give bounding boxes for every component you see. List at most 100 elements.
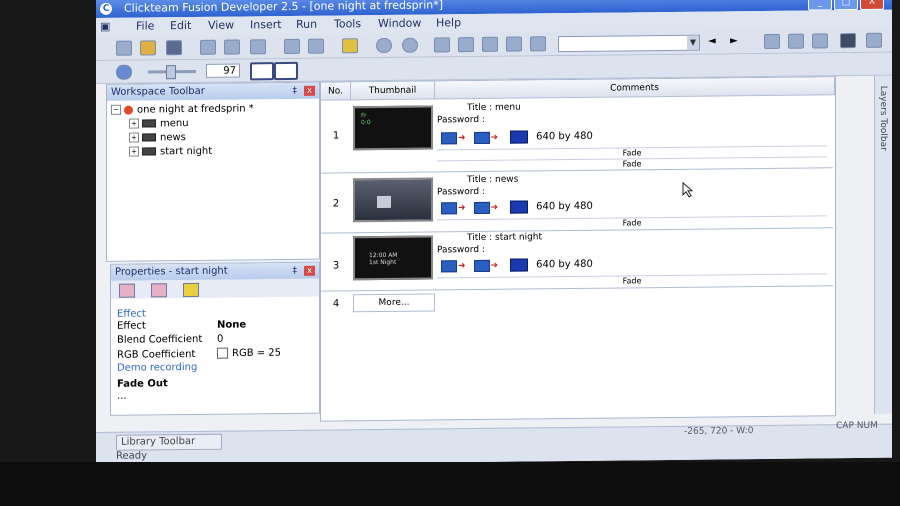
collapse-icon[interactable]: − <box>111 104 121 115</box>
frame-selector[interactable]: ▼ <box>558 34 700 53</box>
status-coordinates: -265, 720 - W:0 <box>684 426 754 437</box>
status-capnum: CAP NUM <box>836 420 878 432</box>
menu-window[interactable]: Window <box>378 15 421 33</box>
frame-title: Title : start night <box>467 232 543 244</box>
fade-in-icon[interactable] <box>441 259 457 272</box>
fade-out-icon[interactable] <box>473 201 490 214</box>
prop-row-rgb[interactable]: RGB Coefficient RGB = 25 <box>117 347 281 361</box>
fade-out-icon[interactable] <box>473 131 490 144</box>
tree-frame-start-night[interactable]: + start night <box>129 146 212 158</box>
zoom-slider-knob[interactable] <box>166 65 176 80</box>
frame-thumbnail[interactable] <box>353 177 433 223</box>
pin-icon[interactable]: ‡ <box>293 83 298 99</box>
library-toolbar-tab[interactable]: Library Toolbar <box>116 433 222 451</box>
fade-out-icon[interactable] <box>473 259 490 272</box>
toolbar-icon-a[interactable] <box>764 33 780 50</box>
menu-insert[interactable]: Insert <box>250 16 282 34</box>
grid-view-icon[interactable] <box>250 62 274 81</box>
menu-help[interactable]: Help <box>436 14 461 32</box>
frame-icon <box>142 119 156 128</box>
runtime-tab-icon[interactable] <box>151 283 167 298</box>
menu-doc-icon[interactable]: ▣ <box>100 18 110 36</box>
frame-editor-icon[interactable] <box>458 37 474 53</box>
expand-icon[interactable]: + <box>129 132 139 143</box>
properties-title: Properties - start night <box>115 265 228 278</box>
paste-icon[interactable] <box>250 39 266 55</box>
arrow-right-icon: ➜ <box>490 260 499 271</box>
chevron-down-icon[interactable]: ▼ <box>687 35 699 50</box>
close-button[interactable]: X <box>860 0 884 10</box>
toolbar-icon-c[interactable] <box>812 33 828 49</box>
settings-tab-icon[interactable] <box>119 283 135 298</box>
expand-icon[interactable]: + <box>129 118 139 129</box>
monitor-icon <box>510 130 529 144</box>
toolbar-icon-e[interactable] <box>866 32 882 48</box>
zoom-slider[interactable] <box>148 65 196 80</box>
rgb-checkbox[interactable] <box>217 347 228 359</box>
toolbar-icon-b[interactable] <box>788 33 804 49</box>
toolbar-icon-d[interactable] <box>840 33 856 49</box>
application-icon <box>124 105 133 115</box>
list-view-icon[interactable] <box>274 61 298 81</box>
frame-resolution: 640 by 480 <box>536 200 593 213</box>
monitor-icon <box>510 258 529 272</box>
workspace-header: Workspace Toolbar ‡ x <box>107 82 319 101</box>
cut-icon[interactable] <box>200 39 216 55</box>
col-comments-header: Comments <box>435 77 835 100</box>
open-icon[interactable] <box>140 40 156 56</box>
new-icon[interactable] <box>116 40 132 56</box>
fade-in-icon[interactable] <box>441 131 457 144</box>
event-editor-icon[interactable] <box>482 36 498 52</box>
zoom-icon[interactable] <box>116 64 132 80</box>
frame-thumbnail[interactable]: 12:00 AM 1st Night <box>353 235 433 281</box>
workspace-panel: Workspace Toolbar ‡ x − one night at fred… <box>106 81 320 262</box>
frame-icon <box>142 133 156 142</box>
frame-title: Title : menu <box>467 102 521 114</box>
event-list-icon[interactable] <box>506 36 522 52</box>
storyboard-editor: No. Thumbnail Comments 1 Fr 0:0 Title : … <box>320 76 836 422</box>
thumbnail-image <box>377 195 391 209</box>
menu-tools[interactable]: Tools <box>334 15 361 33</box>
run-app-icon[interactable] <box>376 37 392 54</box>
arrow-right-icon: ➜ <box>490 132 499 143</box>
tree-frame-news[interactable]: + news <box>129 132 186 144</box>
undo-icon[interactable] <box>284 38 300 55</box>
about-tab-icon[interactable] <box>183 282 199 298</box>
layers-toolbar-label: Layers Toolbar <box>878 85 888 151</box>
properties-tabs <box>111 278 319 299</box>
minimize-button[interactable]: _ <box>808 0 832 11</box>
properties-close-icon[interactable]: x <box>304 265 315 276</box>
tree-frame-label: start night <box>160 145 213 158</box>
frame-number: 3 <box>332 260 340 272</box>
maximize-button[interactable]: □ <box>834 0 858 11</box>
pin-icon[interactable]: ‡ <box>293 263 298 279</box>
copy-icon[interactable] <box>224 39 240 55</box>
tree-app-label: one night at fredsprin * <box>137 103 254 116</box>
arrow-right-icon: ➜ <box>458 202 466 213</box>
workspace-title: Workspace Toolbar <box>111 85 205 98</box>
frame-transitions: ➜ ➜ 640 by 480 <box>441 200 593 215</box>
workspace-close-icon[interactable]: x <box>304 85 315 96</box>
build-icon[interactable] <box>342 38 358 54</box>
save-icon[interactable] <box>166 40 182 56</box>
redo-icon[interactable] <box>308 38 324 54</box>
run-frame-icon[interactable] <box>402 37 418 53</box>
storyboard-icon[interactable] <box>434 37 450 53</box>
menu-run[interactable]: Run <box>296 16 317 34</box>
frame-thumbnail[interactable]: Fr 0:0 <box>353 105 433 151</box>
frame-comment: Title : news Password : ➜ ➜ 640 by 480 Fad… <box>437 171 827 231</box>
zoom-input[interactable]: 97 <box>206 63 240 78</box>
data-elements-icon[interactable] <box>530 36 546 52</box>
menu-file[interactable]: File <box>136 17 154 35</box>
prop-row-blend[interactable]: Blend Coefficient 0 <box>117 334 223 346</box>
previous-frame-icon[interactable]: ◄ <box>708 34 722 47</box>
fade-in-icon[interactable] <box>441 201 457 214</box>
more-frames-button[interactable]: More... <box>353 293 435 313</box>
menu-edit[interactable]: Edit <box>170 17 191 35</box>
tree-app-node[interactable]: − one night at fredsprin * <box>111 103 254 116</box>
menu-view[interactable]: View <box>208 17 234 35</box>
expand-icon[interactable]: + <box>129 146 139 157</box>
tree-frame-menu[interactable]: + menu <box>129 118 189 130</box>
prop-row-effect[interactable]: Effect None <box>117 319 246 331</box>
next-frame-icon[interactable]: ► <box>730 34 744 47</box>
